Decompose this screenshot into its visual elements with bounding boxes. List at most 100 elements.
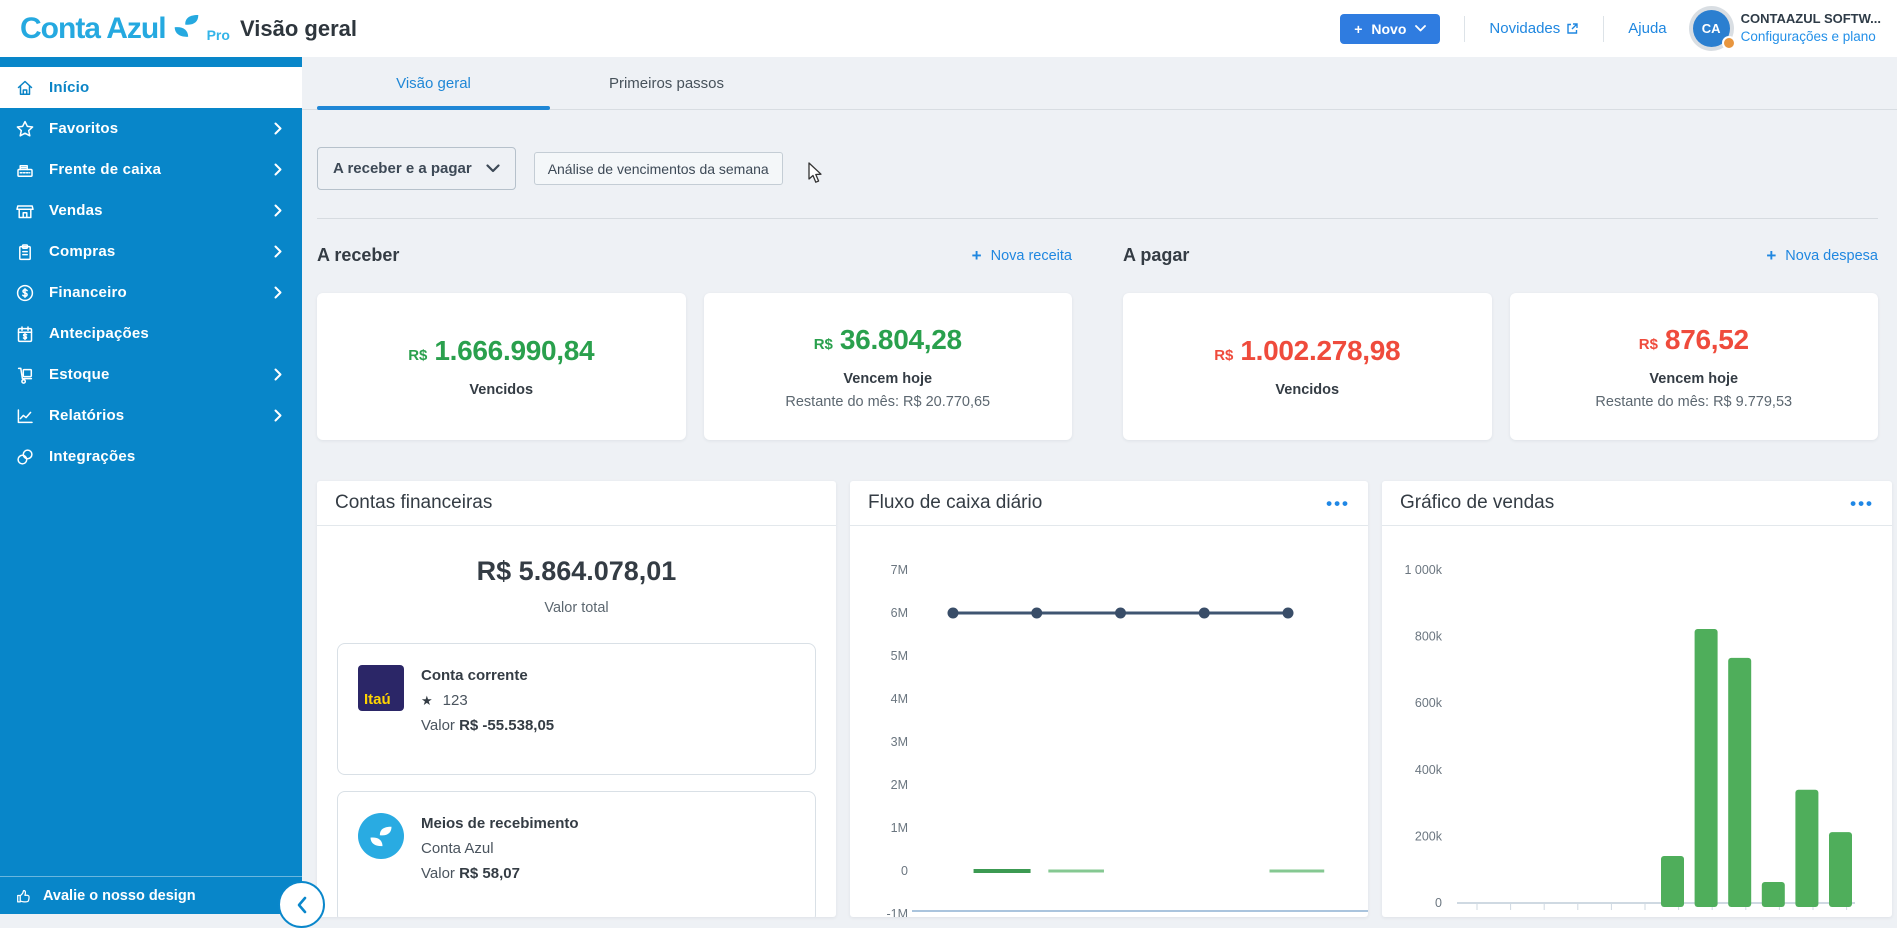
thumbs-up-icon [17, 889, 30, 903]
svg-text:4M: 4M [891, 692, 908, 706]
account-balance: R$ -55.538,05 [459, 717, 555, 734]
sales-panel-title: Gráfico de vendas [1400, 492, 1555, 513]
ajuda-link[interactable]: Ajuda [1628, 20, 1666, 37]
chart-line-icon [17, 408, 33, 423]
payables-title: A pagar [1123, 245, 1190, 265]
svg-text:-1M: -1M [886, 907, 908, 917]
cash-register-icon [17, 164, 33, 177]
sidebar-item-label: Estoque [49, 366, 110, 383]
overdue-receivables-amount: 1.666.990,84 [434, 335, 595, 366]
status-dot [1721, 36, 1736, 50]
novidades-link[interactable]: Novidades [1489, 20, 1579, 37]
cashflow-panel-title: Fluxo de caixa diário [868, 492, 1043, 513]
sidebar-item-frente-de-caixa[interactable]: Frente de caixa [0, 149, 302, 190]
header-divider [1603, 15, 1605, 42]
new-revenue-link[interactable]: + Nova receita [972, 247, 1072, 264]
svg-text:1M: 1M [891, 821, 908, 835]
sidebar-item-vendas[interactable]: Vendas [0, 190, 302, 231]
account-number: 123 [442, 692, 468, 709]
accounts-total-value: R$ 5.864.078,01 [476, 556, 677, 586]
itau-bank-logo: Itaú [358, 665, 404, 711]
sidebar-footer[interactable]: Avalie o nosso design [0, 876, 302, 914]
store-icon [16, 204, 34, 218]
home-icon [17, 80, 33, 95]
account-info[interactable]: CONTAAZUL SOFTW... Configurações e plano [1741, 11, 1881, 45]
type-filter-dropdown[interactable]: A receber e a pagar [317, 147, 516, 190]
section-divider [317, 218, 1878, 219]
link-icon [17, 448, 33, 465]
overdue-payables-card[interactable]: R$ 1.002.278,98 Vencidos [1123, 293, 1492, 440]
chevron-right-icon [274, 163, 282, 176]
accounts-panel-title: Contas financeiras [335, 492, 493, 513]
hand-truck-icon [17, 367, 33, 384]
calendar-dollar-icon [17, 325, 33, 342]
due-today-payables-amount: 876,52 [1664, 323, 1749, 355]
sidebar-item-label: Início [49, 79, 90, 96]
top-right-controls: + Novo Novidades Ajuda CA CONTAAZUL SOFT… [1340, 10, 1897, 50]
sidebar: Início Favoritos Frente de caixa Vendas Comp… [0, 57, 325, 928]
contaazul-bank-logo-icon [358, 813, 404, 859]
financial-accounts-panel: Contas financeiras R$ 5.864.078,01 Valor… [317, 481, 836, 917]
sidebar-item-favoritos[interactable]: Favoritos [0, 108, 302, 149]
sidebar-item-label: Favoritos [49, 120, 119, 137]
svg-text:200k: 200k [1415, 829, 1443, 843]
account-card-contaazul[interactable]: Meios de recebimento Conta Azul Valor R$… [337, 791, 816, 917]
sales-bar-chart: 1 000k 800k 600k 400k 200k 0 [1382, 527, 1892, 917]
clipboard-icon [19, 243, 31, 260]
sidebar-item-inicio[interactable]: Início [0, 67, 302, 108]
overdue-payables-amount: 1.002.278,98 [1240, 335, 1401, 366]
svg-text:600k: 600k [1415, 696, 1443, 710]
cashflow-line-chart: 7M 6M 5M 4M 3M 2M 1M 0 -1M [850, 527, 1368, 917]
tab-visao-geral[interactable]: Visão geral [317, 57, 550, 110]
tab-primeiros-passos[interactable]: Primeiros passos [550, 57, 783, 109]
weekly-due-analysis-button[interactable]: Análise de vencimentos da semana [533, 152, 783, 185]
chevron-down-icon [1415, 25, 1427, 32]
sidebar-item-integracoes[interactable]: Integrações [0, 436, 302, 477]
external-link-icon [1567, 23, 1578, 34]
new-button[interactable]: + Novo [1340, 13, 1441, 44]
svg-text:5M: 5M [891, 649, 908, 663]
new-expense-link[interactable]: + Nova despesa [1766, 247, 1878, 264]
user-avatar[interactable]: CA [1692, 10, 1736, 50]
due-today-payables-card[interactable]: R$ 876,52 Vencem hoje Restante do mês: R$… [1509, 293, 1878, 440]
sidebar-item-label: Antecipações [49, 325, 149, 342]
sidebar-item-label: Integrações [49, 448, 136, 465]
chevron-left-icon [297, 896, 306, 913]
chevron-right-icon [274, 368, 282, 381]
svg-text:0: 0 [901, 864, 908, 878]
plus-icon: + [1354, 20, 1363, 37]
svg-text:800k: 800k [1415, 630, 1443, 644]
chevron-right-icon [274, 122, 282, 135]
tab-bar: Visão geral Primeiros passos [302, 57, 1897, 110]
header-divider [1464, 15, 1466, 42]
svg-text:0: 0 [1435, 896, 1442, 910]
account-card-itau[interactable]: Itaú Conta corrente ★ 123 Valor R$ -55.5… [337, 643, 816, 775]
sidebar-item-label: Vendas [49, 202, 103, 219]
account-balance: R$ 58,07 [459, 865, 520, 882]
chevron-right-icon [274, 286, 282, 299]
due-today-receivables-card[interactable]: R$ 36.804,28 Vencem hoje Restante do mês:… [703, 293, 1072, 440]
settings-plan-link[interactable]: Configurações e plano [1741, 28, 1881, 46]
brand-logo[interactable]: Conta Azul Pro [0, 11, 230, 46]
plus-icon: + [971, 246, 982, 265]
sidebar-item-financeiro[interactable]: Financeiro [0, 272, 302, 313]
more-options-icon[interactable]: ••• [1850, 495, 1874, 512]
sidebar-item-estoque[interactable]: Estoque [0, 354, 302, 395]
favorite-star-icon: ★ [421, 692, 433, 708]
more-options-icon[interactable]: ••• [1326, 495, 1350, 512]
svg-text:1 000k: 1 000k [1404, 563, 1442, 577]
sidebar-collapse-button[interactable] [278, 881, 325, 928]
payables-section: A pagar + Nova despesa R$ 1.002.278,98 Ve… [1123, 245, 1878, 440]
sidebar-item-label: Compras [49, 243, 116, 260]
brand-wordmark: Conta Azul [20, 11, 167, 45]
dollar-circle-icon [16, 284, 34, 301]
star-icon [16, 120, 34, 137]
overdue-receivables-card[interactable]: R$ 1.666.990,84 Vencidos [317, 293, 686, 440]
sidebar-item-label: Frente de caixa [49, 161, 162, 178]
sidebar-item-label: Financeiro [49, 284, 127, 301]
sidebar-item-antecipacoes[interactable]: Antecipações [0, 313, 302, 354]
sidebar-item-compras[interactable]: Compras [0, 231, 302, 272]
plus-icon: + [1766, 246, 1777, 265]
account-name: CONTAAZUL SOFTW... [1740, 11, 1881, 27]
sidebar-item-relatorios[interactable]: Relatórios [0, 395, 302, 436]
